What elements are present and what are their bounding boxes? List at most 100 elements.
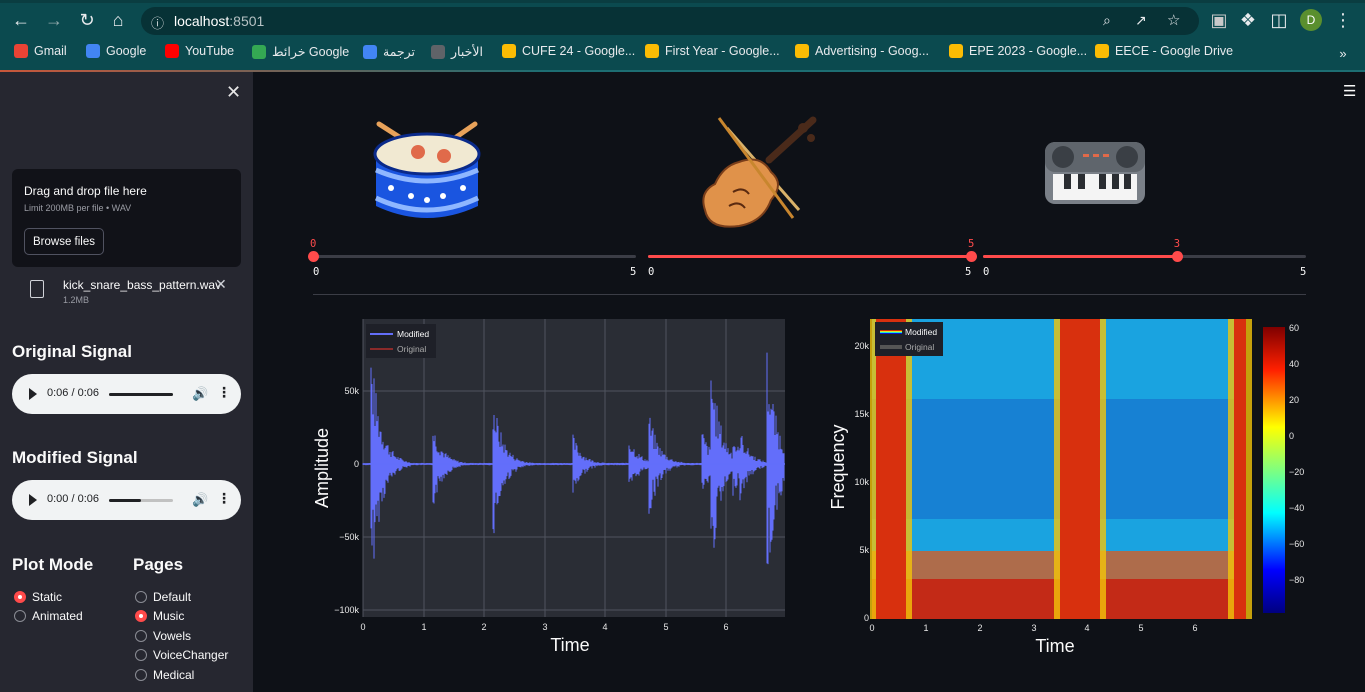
slider-thumb[interactable] — [966, 251, 977, 262]
x-tick-label: 1 — [923, 623, 928, 633]
legend-label-original: Original — [397, 344, 426, 354]
slider-min: 0 — [313, 266, 320, 278]
colorbar-tick-label: 40 — [1289, 359, 1299, 369]
bookmark-item[interactable]: EECE - Google Drive — [1095, 44, 1233, 58]
side-panel-icon[interactable]: ◫ — [1268, 9, 1290, 31]
pages-title: Pages — [133, 555, 184, 574]
bookmark-label: خرائط Google — [272, 45, 350, 59]
bookmark-item[interactable]: الأخبار — [431, 44, 483, 59]
bookmark-label: EPE 2023 - Google... — [969, 44, 1088, 58]
player-time: 0:06 / 0:06 — [47, 387, 99, 399]
remove-file-icon[interactable]: ✕ — [215, 276, 227, 293]
radio-dot[interactable] — [135, 668, 147, 681]
player-time: 0:00 / 0:06 — [47, 493, 99, 505]
dropzone-title: Drag and drop file here — [24, 184, 147, 198]
radio-dot[interactable] — [135, 591, 147, 603]
radio-label: Default — [153, 590, 192, 604]
radio-option-medical[interactable]: Medical — [135, 668, 194, 682]
y-tick-label: 20k — [854, 341, 869, 351]
player-progress[interactable] — [109, 499, 173, 502]
slider-violin[interactable]: 5 0 5 — [648, 238, 977, 282]
slider-drum[interactable]: 0 0 5 — [308, 238, 636, 282]
volume-icon[interactable]: 🔊 — [192, 386, 208, 402]
modified-signal-title: Modified Signal — [12, 448, 138, 467]
bookmark-item[interactable]: YouTube — [165, 44, 234, 58]
bookmark-favicon-icon — [645, 44, 659, 58]
bookmark-label: Advertising - Goog... — [815, 44, 929, 58]
play-icon[interactable] — [29, 494, 37, 506]
bookmark-item[interactable]: خرائط Google — [252, 44, 349, 59]
bookmark-star-icon[interactable]: ☆ — [1167, 11, 1180, 29]
legend-label-modified: Modified — [397, 329, 429, 339]
share-icon[interactable]: ↗ — [1135, 12, 1147, 29]
x-tick-label: 2 — [481, 622, 486, 632]
bookmark-favicon-icon — [795, 44, 809, 58]
radio-dot[interactable] — [14, 610, 26, 623]
radio-dot[interactable] — [135, 629, 147, 642]
bookmark-item[interactable]: CUFE 24 - Google... — [502, 44, 635, 58]
slider-track[interactable] — [983, 255, 1306, 258]
radio-option-voicechanger[interactable]: VoiceChanger — [135, 648, 228, 662]
player-menu-icon[interactable]: ⋮ — [217, 384, 231, 401]
x-tick-label: 6 — [1192, 623, 1197, 633]
y-tick-label: 0 — [354, 459, 359, 469]
extensions-icon[interactable]: ❖ — [1237, 9, 1259, 31]
zoom-icon[interactable]: ⌕ — [1103, 12, 1111, 29]
pdf-extension-icon[interactable]: ▣ — [1208, 9, 1230, 31]
close-sidebar-icon[interactable]: ✕ — [226, 82, 241, 103]
play-icon[interactable] — [29, 388, 37, 400]
bookmark-item[interactable]: First Year - Google... — [645, 44, 780, 58]
player-menu-icon[interactable]: ⋮ — [217, 490, 231, 507]
radio-dot[interactable] — [135, 610, 147, 623]
radio-option-static[interactable]: Static — [14, 590, 62, 604]
y-axis-title: Amplitude — [312, 428, 332, 508]
radio-option-music[interactable]: Music — [135, 609, 184, 623]
slider-track[interactable] — [648, 255, 971, 258]
bookmark-label: YouTube — [185, 44, 235, 58]
more-bookmarks-icon[interactable]: » — [1332, 43, 1354, 65]
radio-option-default[interactable]: Default — [135, 590, 191, 604]
radio-option-animated[interactable]: Animated — [14, 609, 83, 623]
radio-option-vowels[interactable]: Vowels — [135, 629, 191, 643]
slider-thumb[interactable] — [1171, 251, 1183, 262]
bookmark-favicon-icon — [949, 44, 963, 58]
profile-avatar[interactable]: D — [1300, 9, 1322, 31]
bookmark-label: EECE - Google Drive — [1115, 44, 1234, 58]
file-dropzone[interactable]: Drag and drop file here Limit 200MB per … — [12, 169, 241, 267]
spectrogram-plot[interactable]: 0 1 2 3 4 5 6 20k 15k 10k 5k 0 Modified Original 60 40 2… — [828, 317, 1338, 657]
waveform-plot[interactable]: 0 1 2 3 4 5 6 50k 0 −50k −100k Modified Original Time… — [308, 317, 788, 657]
slider-thumb[interactable] — [308, 251, 319, 262]
spectrogram-hit-edge — [906, 319, 912, 619]
x-axis-title: Time — [550, 635, 589, 655]
menu-dots-icon[interactable]: ⋮ — [1332, 9, 1354, 31]
bookmark-item[interactable]: Google — [86, 44, 146, 58]
radio-dot[interactable] — [135, 649, 147, 662]
address-bar[interactable]: ⓘ localhost:8501 ⌕ ↗ ☆ — [141, 7, 1199, 35]
radio-dot[interactable] — [14, 591, 26, 603]
slider-track[interactable] — [313, 255, 636, 258]
volume-icon[interactable]: 🔊 — [192, 492, 208, 508]
legend-swatch-original — [880, 345, 902, 349]
reload-icon[interactable]: ↻ — [76, 9, 98, 31]
bookmark-item[interactable]: Advertising - Goog... — [795, 44, 929, 58]
violin-icon — [702, 116, 817, 228]
bookmark-favicon-icon — [1095, 44, 1109, 58]
back-icon[interactable]: ← — [10, 9, 32, 31]
bookmark-favicon-icon — [14, 44, 28, 58]
player-progress[interactable] — [109, 393, 173, 396]
x-tick-label: 4 — [1084, 623, 1089, 633]
slider-piano[interactable]: 3 0 5 — [983, 238, 1306, 282]
modified-audio-player[interactable]: 0:00 / 0:06 🔊 ⋮ — [12, 480, 241, 520]
bookmark-item[interactable]: ترجمة — [363, 44, 415, 59]
browse-files-button[interactable]: Browse files — [24, 228, 104, 255]
bookmark-item[interactable]: EPE 2023 - Google... — [949, 44, 1087, 58]
divider — [313, 294, 1306, 295]
hamburger-menu-icon[interactable]: ☰ — [1343, 82, 1356, 100]
original-audio-player[interactable]: 0:06 / 0:06 🔊 ⋮ — [12, 374, 241, 414]
home-icon[interactable]: ⌂ — [107, 9, 129, 31]
forward-icon[interactable]: → — [43, 9, 65, 31]
slider-fill — [983, 255, 1177, 258]
bookmark-item[interactable]: Gmail — [14, 44, 67, 58]
spectrogram-hit-edge — [870, 319, 876, 619]
bookmark-label: CUFE 24 - Google... — [522, 44, 636, 58]
